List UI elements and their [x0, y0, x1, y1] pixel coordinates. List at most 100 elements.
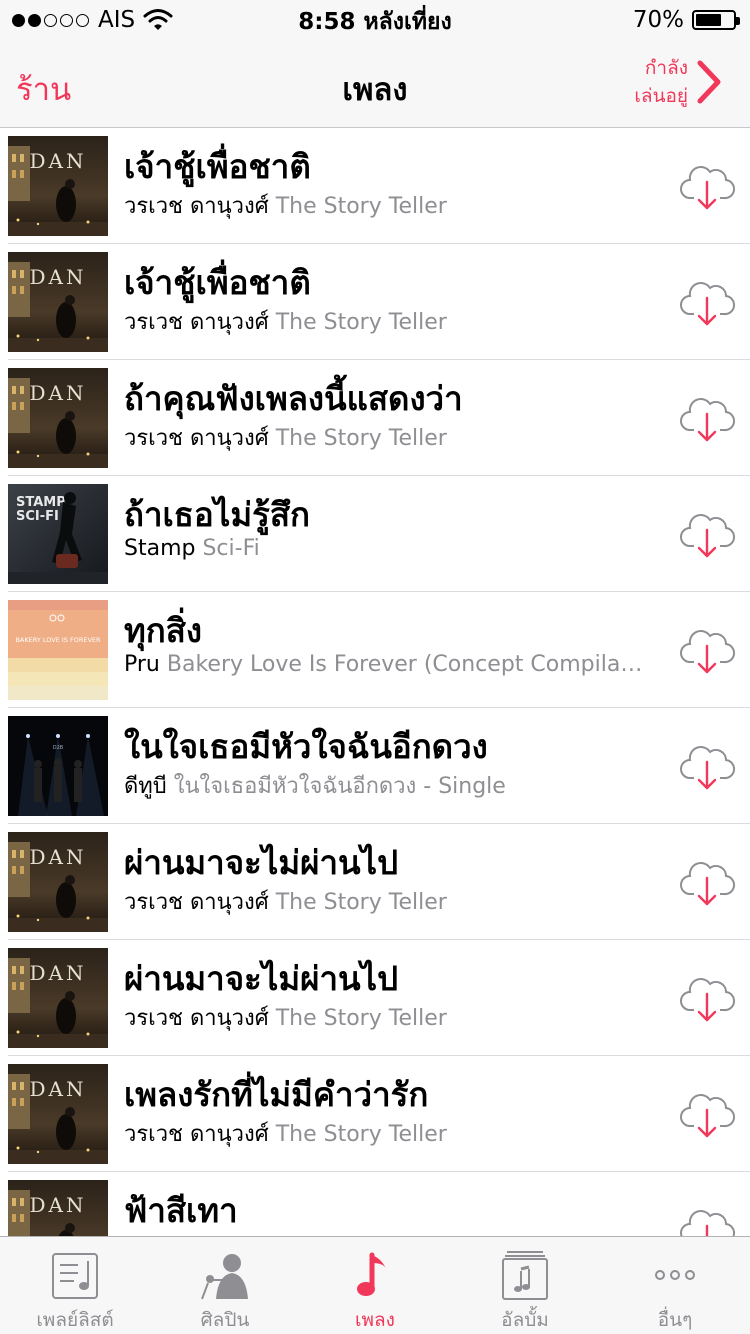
tab-artist[interactable]: ศิลปิน: [150, 1237, 300, 1334]
battery-icon: [692, 10, 740, 30]
svg-text:STAMP: STAMP: [16, 495, 66, 510]
status-right: 70%: [632, 6, 740, 34]
song-album: The Story Teller: [275, 1122, 447, 1147]
album-artwork: BAKERY LOVE IS FOREVER: [8, 600, 108, 700]
album-icon: [498, 1249, 552, 1303]
album-artwork: DAN: [8, 1064, 108, 1164]
album-artwork: DAN: [8, 832, 108, 932]
artist-icon: [198, 1249, 252, 1303]
song-subtitle: ดีทูบี ในใจเธอมีหัวใจฉันอีกดวง - Single: [124, 768, 664, 803]
song-subtitle: วรเวช ดานุวงศ์ The Story Teller: [124, 304, 664, 339]
svg-text:D2B: D2B: [53, 745, 64, 751]
song-row[interactable]: DAN ฟ้าสีเทา วรเวช ดานุวงศ์ The Story Te…: [0, 1172, 750, 1236]
cloud-download-icon[interactable]: [678, 1202, 736, 1236]
song-subtitle: วรเวช ดานุวงศ์ The Story Teller: [124, 420, 664, 455]
now-playing-label: กำลัง เล่นอยู่: [634, 54, 688, 110]
song-title: ถ้าเธอไม่รู้สึก: [124, 495, 310, 534]
cloud-download-icon[interactable]: [678, 506, 736, 564]
song-row[interactable]: DAN เจ้าชู้เพื่อชาติ วรเวช ดานุวงศ์ The …: [0, 128, 750, 244]
tab-label: ศิลปิน: [200, 1309, 250, 1331]
cloud-download-icon[interactable]: [678, 390, 736, 448]
tab-more[interactable]: อื่นๆ: [600, 1237, 750, 1334]
song-artist: วรเวช ดานุวงศ์: [124, 1006, 269, 1031]
tab-bar: เพลย์ลิสต์ ศิลปิน เพลง อัลบั้ม อื่นๆ: [0, 1236, 750, 1334]
song-row[interactable]: DAN ผ่านมาจะไม่ผ่านไป วรเวช ดานุวงศ์ The…: [0, 940, 750, 1056]
more-icon: [648, 1249, 702, 1303]
song-row[interactable]: DAN ผ่านมาจะไม่ผ่านไป วรเวช ดานุวงศ์ The…: [0, 824, 750, 940]
album-artwork: DAN: [8, 948, 108, 1048]
album-artwork: DAN: [8, 1180, 108, 1236]
cloud-download-icon[interactable]: [678, 738, 736, 796]
battery-tip: [736, 17, 740, 25]
album-artwork: STAMP SCI-FI: [8, 484, 108, 584]
svg-text:DAN: DAN: [30, 1193, 87, 1217]
song-row[interactable]: DAN เจ้าชู้เพื่อชาติ วรเวช ดานุวงศ์ The …: [0, 244, 750, 360]
battery-level: [696, 14, 722, 26]
song-subtitle: วรเวช ดานุวงศ์ The Story Teller: [124, 1116, 664, 1151]
svg-text:SCI-FI: SCI-FI: [16, 509, 59, 524]
song-album: The Story Teller: [275, 426, 447, 451]
now-playing-line2: เล่นอยู่: [634, 85, 688, 107]
song-album: The Story Teller: [275, 890, 447, 915]
now-playing-button[interactable]: กำลัง เล่นอยู่: [634, 54, 724, 110]
song-title: เพลงรักที่ไม่มีคำว่ารัก: [124, 1075, 429, 1114]
cloud-download-icon[interactable]: [678, 158, 736, 216]
cloud-download-icon[interactable]: [678, 622, 736, 680]
song-list[interactable]: DAN เจ้าชู้เพื่อชาติ วรเวช ดานุวงศ์ The …: [0, 128, 750, 1236]
song-album: Sci-Fi: [202, 536, 260, 561]
svg-text:DAN: DAN: [30, 381, 87, 405]
song-row[interactable]: D2B ในใจเธอมีหัวใจฉันอีกดวง ดีทูบี ในใจเ…: [0, 708, 750, 824]
album-artwork: DAN: [8, 136, 108, 236]
album-artwork: DAN: [8, 368, 108, 468]
cloud-download-icon[interactable]: [678, 854, 736, 912]
song-album: ในใจเธอมีหัวใจฉันอีกดวง - Single: [173, 774, 506, 799]
song-title: เจ้าชู้เพื่อชาติ: [124, 263, 311, 302]
music-note-icon: [348, 1249, 402, 1303]
tab-label: อื่นๆ: [657, 1309, 693, 1331]
tab-music-note[interactable]: เพลง: [300, 1237, 450, 1334]
chevron-right-icon: [697, 60, 721, 104]
song-artist: วรเวช ดานุวงศ์: [124, 1122, 269, 1147]
song-title: ถ้าคุณฟังเพลงนี้แสดงว่า: [124, 379, 463, 418]
tab-label: เพลย์ลิสต์: [36, 1309, 114, 1331]
song-album: The Story Teller: [275, 310, 447, 335]
song-title: ฟ้าสีเทา: [124, 1191, 238, 1230]
tab-label: เพลง: [355, 1309, 395, 1331]
song-row[interactable]: DAN เพลงรักที่ไม่มีคำว่ารัก วรเวช ดานุวง…: [0, 1056, 750, 1172]
song-row[interactable]: BAKERY LOVE IS FOREVER ทุกสิ่ง Pru Baker…: [0, 592, 750, 708]
song-album: Bakery Love Is Forever (Concept Compila…: [166, 652, 643, 677]
song-subtitle: วรเวช ดานุวงศ์ The Story Teller: [124, 884, 664, 919]
nav-bar: ร้าน เพลง กำลัง เล่นอยู่: [0, 40, 750, 128]
song-row[interactable]: STAMP SCI-FI ถ้าเธอไม่รู้สึก Stamp Sci-F…: [0, 476, 750, 592]
svg-text:DAN: DAN: [30, 149, 87, 173]
song-subtitle: Pru Bakery Love Is Forever (Concept Comp…: [124, 652, 664, 677]
song-title: ผ่านมาจะไม่ผ่านไป: [124, 843, 399, 882]
status-bar: AIS 8:58 หลังเที่ยง 70%: [0, 0, 750, 40]
song-subtitle: Stamp Sci-Fi: [124, 536, 664, 561]
song-artist: Stamp: [124, 536, 196, 561]
svg-text:DAN: DAN: [30, 845, 87, 869]
song-album: The Story Teller: [275, 194, 447, 219]
song-title: ทุกสิ่ง: [124, 611, 202, 650]
album-artwork: D2B: [8, 716, 108, 816]
song-row[interactable]: DAN ถ้าคุณฟังเพลงนี้แสดงว่า วรเวช ดานุวง…: [0, 360, 750, 476]
svg-text:DAN: DAN: [30, 1077, 87, 1101]
song-artist: ดีทูบี: [124, 774, 167, 799]
song-title: ผ่านมาจะไม่ผ่านไป: [124, 959, 399, 998]
song-artist: วรเวช ดานุวงศ์: [124, 194, 269, 219]
song-subtitle: วรเวช ดานุวงศ์ The Story Teller: [124, 1000, 664, 1035]
now-playing-line1: กำลัง: [644, 57, 688, 79]
tab-album[interactable]: อัลบั้ม: [450, 1237, 600, 1334]
song-subtitle: วรเวช ดานุวงศ์ The Story Teller: [124, 188, 664, 223]
cloud-download-icon[interactable]: [678, 1086, 736, 1144]
song-artist: วรเวช ดานุวงศ์: [124, 426, 269, 451]
svg-text:DAN: DAN: [30, 265, 87, 289]
playlist-icon: [48, 1249, 102, 1303]
battery-percent: 70%: [632, 7, 684, 33]
svg-text:BAKERY LOVE IS FOREVER: BAKERY LOVE IS FOREVER: [15, 636, 101, 644]
cloud-download-icon[interactable]: [678, 970, 736, 1028]
tab-playlist[interactable]: เพลย์ลิสต์: [0, 1237, 150, 1334]
song-artist: วรเวช ดานุวงศ์: [124, 310, 269, 335]
cloud-download-icon[interactable]: [678, 274, 736, 332]
song-title: ในใจเธอมีหัวใจฉันอีกดวง: [124, 727, 488, 766]
